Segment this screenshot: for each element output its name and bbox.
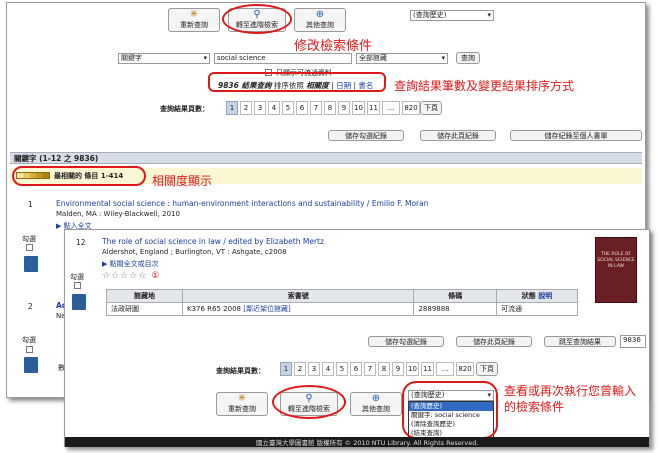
top-page-link[interactable]: 1 — [226, 101, 238, 115]
sparkle-icon: ✳ — [189, 9, 199, 20]
annotation-relevance: 相關度顯示 — [152, 174, 213, 188]
bottom-page-link[interactable]: ... — [436, 362, 454, 376]
book-icon — [72, 294, 86, 310]
save-selected-button-top[interactable]: 儲存勾選紀錄 — [328, 130, 404, 141]
restart-search-button[interactable]: ✳ 重新查詢 — [216, 392, 268, 416]
pages-label-top: 查詢結果頁數： — [160, 105, 209, 113]
fulltext-link[interactable]: ▶ 點閱全文或目次 — [102, 259, 159, 269]
holdings-header: 狀態 說明 — [495, 289, 579, 303]
sparkle-icon: ✳ — [237, 393, 247, 404]
record-title-link[interactable]: Environmental social science : human-env… — [56, 199, 428, 208]
record-number: 12 — [76, 238, 86, 247]
restart-search-button[interactable]: ✳ 重新查詢 — [168, 8, 220, 32]
book-icon — [24, 357, 38, 373]
holdings-header: 索書號 — [181, 289, 415, 303]
other-search-button[interactable]: ⊕ 其他查詢 — [294, 8, 346, 32]
footer-text: 國立臺灣大學圖書館 版權所有 © 2010 NTU Library. All R… — [256, 439, 479, 447]
top-page-link[interactable]: 5 — [282, 101, 294, 115]
bottom-page-link[interactable]: 10 — [406, 362, 419, 376]
select-checkbox[interactable] — [26, 244, 33, 251]
annotation-results: 查詢結果筆數及變更結果排序方式 — [394, 79, 575, 93]
barcode-cell: 2889888 — [413, 302, 497, 316]
field-select[interactable]: 關鍵字 — [118, 53, 210, 64]
record-publisher: Malden, MA : Wiley-Blackwell, 2010 — [56, 210, 180, 218]
advanced-highlight-top — [222, 4, 292, 34]
bottom-page-link[interactable]: 8 — [378, 362, 390, 376]
search-icon: ⊕ — [315, 9, 325, 20]
jump-input[interactable]: 9836 — [620, 335, 646, 348]
other-search-button[interactable]: ⊕ 其他查詢 — [350, 392, 402, 416]
top-page-link[interactable]: 11 — [367, 101, 380, 115]
result-count-highlight — [208, 72, 386, 92]
bottom-page-link[interactable]: 3 — [308, 362, 320, 376]
holdings-table: 館藏地 索書號 條碼 狀態 說明 法政研圖 K376 R65 2008 [鄰近架… — [106, 289, 579, 316]
location-cell: 法政研圖 — [106, 302, 183, 316]
bottom-page-link[interactable]: 11 — [421, 362, 434, 376]
history-highlight — [402, 381, 498, 439]
rating-stars[interactable]: ☆☆☆☆☆ ① — [102, 271, 160, 281]
history-select-top[interactable]: (查詢歷史) — [410, 10, 494, 21]
select-checkbox[interactable] — [74, 282, 81, 289]
holdings-header: 館藏地 — [106, 289, 183, 303]
search-input[interactable]: social science — [214, 53, 352, 64]
nearby-shelf-link[interactable]: [鄰近架位館藏] — [243, 305, 290, 313]
bottom-page-link[interactable]: 1 — [280, 362, 292, 376]
top-page-link[interactable]: 7 — [310, 101, 322, 115]
pages-label: 查詢結果頁數： — [216, 367, 265, 375]
next-page-button-top[interactable]: 下頁 — [420, 101, 442, 115]
status-cell: 可流通 — [495, 302, 579, 316]
book-icon — [24, 256, 38, 272]
record-number: 2 — [28, 302, 33, 311]
bottom-page-link[interactable]: 9 — [392, 362, 404, 376]
select-label: 勾選 — [22, 235, 36, 243]
results-header-band — [10, 152, 642, 164]
bottom-page-link[interactable]: 7 — [364, 362, 376, 376]
top-page-link[interactable]: 3 — [254, 101, 266, 115]
info-icon: ① — [151, 271, 161, 281]
top-page-link[interactable]: 8 — [324, 101, 336, 115]
jump-to-results-button[interactable]: 跳至查詢結果 — [544, 336, 616, 347]
top-page-link[interactable]: 4 — [268, 101, 280, 115]
bottom-page-link[interactable]: 5 — [336, 362, 348, 376]
select-checkbox[interactable] — [26, 346, 33, 353]
annotation-modify: 修改檢索條件 — [294, 39, 373, 54]
top-page-link[interactable]: 2 — [240, 101, 252, 115]
annotation-history: 查看或再次執行您曾輸入的檢索條件 — [504, 384, 637, 414]
book-cover-image[interactable]: THE ROLE OF SOCIAL SCIENCE IN LAW — [595, 237, 637, 303]
callnumber-cell: K376 R65 2008 [鄰近架位館藏] — [181, 302, 415, 316]
record-number: 1 — [28, 200, 33, 209]
top-page-link[interactable]: ... — [382, 101, 400, 115]
save-selected-button[interactable]: 儲存勾選紀錄 — [368, 336, 444, 347]
record-publisher: Aldershot, England ; Burlington, VT : As… — [102, 248, 287, 256]
save-personal-button[interactable]: 儲存紀錄至個人書單 — [510, 130, 642, 141]
search-button[interactable]: 查詢 — [456, 52, 480, 64]
top-page-link[interactable]: 820 — [402, 101, 420, 115]
next-page-button[interactable]: 下頁 — [476, 362, 498, 376]
search-icon: ⊕ — [371, 393, 381, 404]
record-title-link[interactable]: The role of social science in law / edit… — [102, 237, 324, 246]
bottom-page-link[interactable]: 4 — [322, 362, 334, 376]
bottom-page-link[interactable]: 820 — [456, 362, 474, 376]
select-label: 勾選 — [22, 336, 36, 344]
top-page-link[interactable]: 10 — [352, 101, 365, 115]
select-label: 勾選 — [70, 273, 84, 281]
relevance-highlight — [12, 166, 146, 186]
holdings-header: 條碼 — [413, 289, 497, 303]
results-header-text: 關鍵字 (1-12 之 9836) — [14, 154, 99, 163]
top-page-link[interactable]: 6 — [296, 101, 308, 115]
top-page-link[interactable]: 9 — [338, 101, 350, 115]
save-page-button-top[interactable]: 儲存此頁紀錄 — [420, 130, 496, 141]
save-page-button[interactable]: 儲存此頁紀錄 — [456, 336, 532, 347]
holdings-note-link[interactable]: 說明 — [538, 292, 552, 300]
advanced-highlight — [272, 385, 346, 419]
collection-select[interactable]: 全部館藏 — [356, 53, 448, 64]
bottom-page-link[interactable]: 6 — [350, 362, 362, 376]
bottom-page-link[interactable]: 2 — [294, 362, 306, 376]
